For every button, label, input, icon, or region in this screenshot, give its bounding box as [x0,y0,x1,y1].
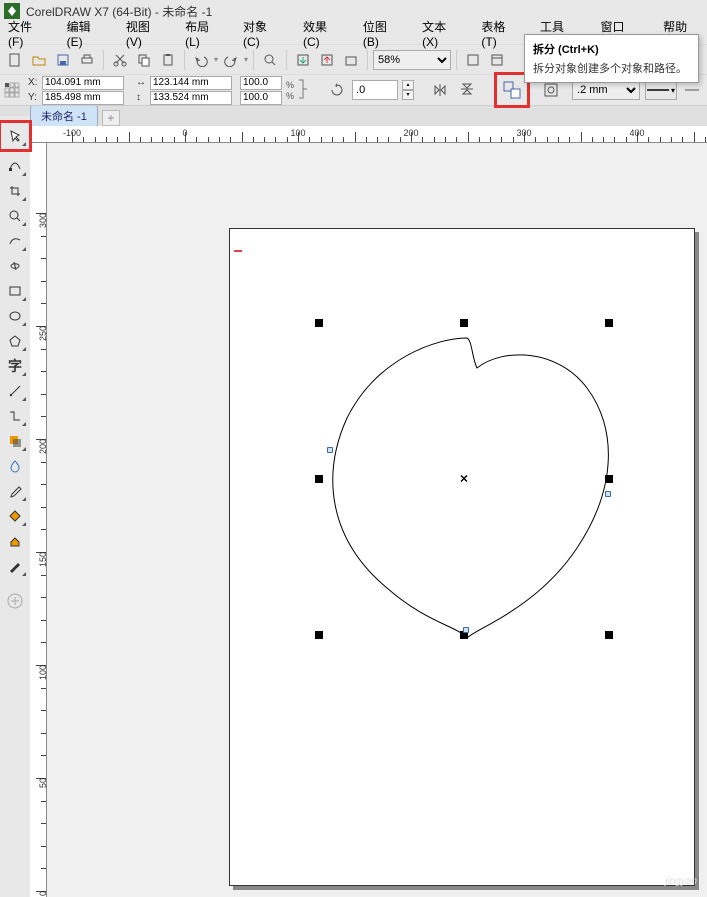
menu-bitmap[interactable]: 位图(B) [359,16,406,51]
add-tab-button[interactable]: + [102,110,120,126]
separator [184,50,185,70]
menu-file[interactable]: 文件(F) [4,16,51,51]
menu-text[interactable]: 文本(X) [418,16,465,51]
handle-mr[interactable] [605,475,613,483]
watermark: jingyan [665,876,697,887]
cut-icon[interactable] [109,49,131,71]
text-tool[interactable]: 字 [3,355,27,377]
ellipse-tool[interactable] [3,305,27,327]
smart-fill-tool[interactable] [3,530,27,552]
line-style-select[interactable]: ▾ [645,80,677,100]
copy-icon[interactable] [133,49,155,71]
handle-bl[interactable] [315,631,323,639]
handle-br[interactable] [605,631,613,639]
handle-tr[interactable] [605,319,613,327]
selected-shape[interactable] [317,328,637,658]
polygon-tool[interactable] [3,330,27,352]
parallel-dim-tool[interactable] [3,380,27,402]
pick-tool[interactable] [3,125,27,147]
separator [456,50,457,70]
separator [253,50,254,70]
rotation-input[interactable] [352,80,398,100]
tooltip-title: 拆分 (Ctrl+K) [533,41,690,57]
quick-customize-icon[interactable] [3,590,27,612]
shape-tool[interactable] [3,155,27,177]
horizontal-ruler[interactable]: -1000100200300400 [30,126,707,143]
y-input[interactable] [42,91,124,105]
menu-layout[interactable]: 布局(L) [181,16,227,51]
handle-tc[interactable] [460,319,468,327]
node-bottom[interactable] [463,627,469,633]
vertical-ruler[interactable]: 300250200150100500 [30,143,47,897]
search-icon[interactable] [259,49,281,71]
separator [286,50,287,70]
eyedropper-tool[interactable] [3,480,27,502]
outline-width-select[interactable]: .2 mm [572,80,640,100]
node-left[interactable] [327,447,333,453]
crop-tool[interactable] [3,180,27,202]
break-apart-button[interactable] [501,79,523,101]
selection-center-icon: ✕ [459,473,468,486]
rotation-spinner[interactable]: ▴▾ [402,80,414,100]
document-tabs: 未命名 -1 + [0,106,707,126]
drop-shadow-tool[interactable] [3,430,27,452]
rectangle-tool[interactable] [3,280,27,302]
redo-icon[interactable] [220,49,242,71]
publish-icon[interactable] [340,49,362,71]
position-icon [4,76,24,104]
mirror-h-icon[interactable] [430,79,452,101]
h-input[interactable] [150,91,232,105]
tooltip-body: 拆分对象创建多个对象和路径。 [533,60,690,76]
freehand-tool[interactable] [3,230,27,252]
handle-ml[interactable] [315,475,323,483]
show-rulers-icon[interactable] [486,49,508,71]
undo-icon[interactable] [190,49,212,71]
y-label: Y: [28,92,40,103]
menu-view[interactable]: 视图(V) [122,16,169,51]
print-icon[interactable] [76,49,98,71]
lock-ratio-icon[interactable] [298,76,314,105]
open-icon[interactable] [28,49,50,71]
x-label: X: [28,77,40,88]
toolbox: 字 [0,116,30,897]
zoom-tool[interactable] [3,205,27,227]
fullscreen-icon[interactable] [462,49,484,71]
scale-y-input[interactable] [240,91,282,105]
menu-edit[interactable]: 编辑(E) [63,16,110,51]
transparency-tool[interactable] [3,455,27,477]
rotate-icon [326,79,348,101]
w-input[interactable] [150,76,232,90]
smart-drawing-tool[interactable] [3,255,27,277]
width-icon: ↔ [136,77,148,88]
export-icon[interactable] [316,49,338,71]
separator [367,50,368,70]
handle-tl[interactable] [315,319,323,327]
interactive-fill-tool[interactable] [3,505,27,527]
separator [103,50,104,70]
height-icon: ↕ [136,92,148,103]
scale-x-input[interactable] [240,76,282,90]
paste-icon[interactable] [157,49,179,71]
import-icon[interactable] [292,49,314,71]
zoom-select[interactable]: 58% [373,50,451,70]
save-icon[interactable] [52,49,74,71]
menu-effect[interactable]: 效果(C) [299,16,347,51]
doc-tab[interactable]: 未命名 -1 [30,105,98,126]
origin-marker [234,250,242,252]
mirror-v-icon[interactable] [456,79,478,101]
menu-table[interactable]: 表格(T) [477,16,524,51]
break-apart-tooltip: 拆分 (Ctrl+K) 拆分对象创建多个对象和路径。 [524,34,699,83]
canvas-viewport[interactable]: ✕ jingyan [47,143,707,897]
new-icon[interactable] [4,49,26,71]
x-input[interactable] [42,76,124,90]
outline-pen-tool[interactable] [3,555,27,577]
node-right[interactable] [605,491,611,497]
menu-object[interactable]: 对象(C) [239,16,287,51]
connector-tool[interactable] [3,405,27,427]
